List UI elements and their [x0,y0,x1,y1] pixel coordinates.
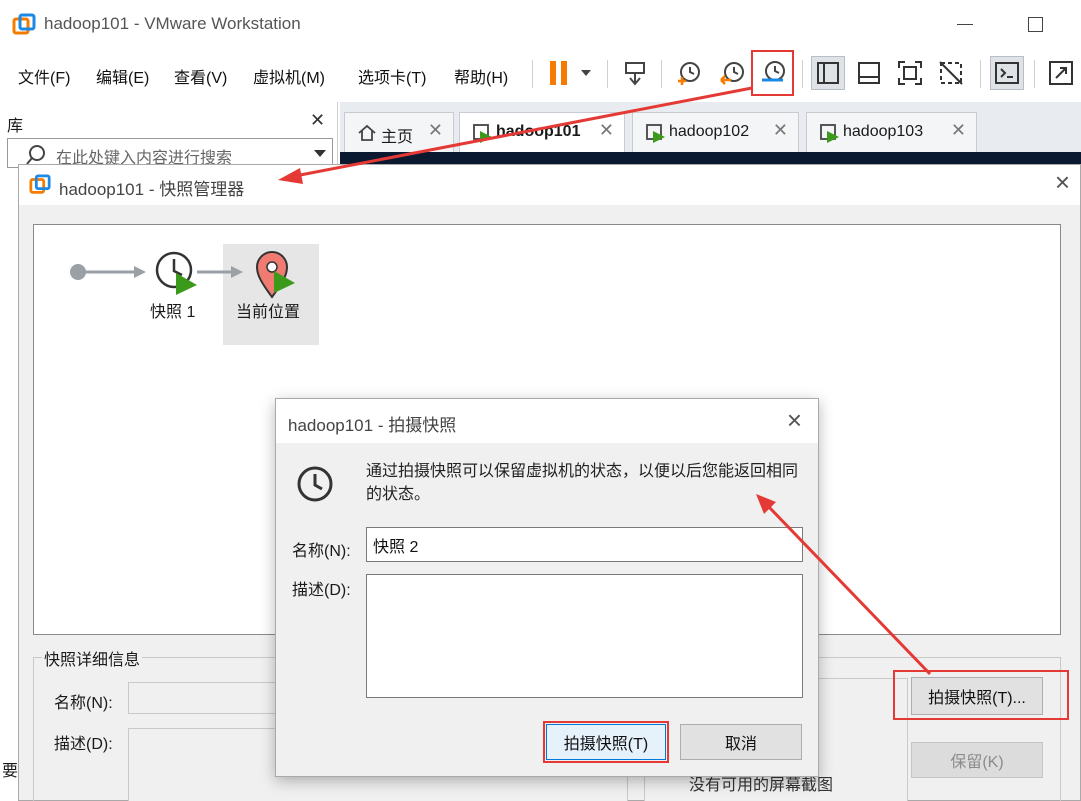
toolbar-separator [802,60,803,88]
full-screen-icon [898,61,922,85]
snapshot-manager-title: hadoop101 - 快照管理器 [59,180,245,199]
revert-snapshot-button[interactable] [714,56,748,90]
library-footer-text: 要 [2,763,19,780]
close-icon[interactable]: ✕ [428,120,443,141]
take-snapshot-description: 通过拍摄快照可以保留虚拟机的状态，以便以后您能返回相同的状态。 [366,463,799,503]
close-icon[interactable]: ✕ [599,120,614,141]
send-ctrl-alt-del-button[interactable] [618,56,652,90]
vm-icon [646,124,665,143]
snapshot-1-label[interactable]: 快照 1 [150,298,195,322]
chevron-down-icon[interactable] [314,150,326,157]
tab-hadoop103[interactable]: hadoop103 ✕ [806,112,977,152]
snapshot-desc-label: 描述(D): [292,582,351,599]
snapshot-node-icon [155,251,197,295]
close-icon[interactable]: ✕ [773,120,788,141]
vmware-logo-icon [12,13,36,35]
snapshot-name-input[interactable] [366,527,803,562]
console-view-button[interactable] [990,56,1024,90]
vm-icon [473,124,492,143]
clock-icon [297,466,333,502]
unity-icon [939,61,963,85]
current-position-label[interactable]: 当前位置 [236,298,300,322]
take-snapshot-dialog: hadoop101 - 拍摄快照 × 通过拍摄快照可以保留虚拟机的状态，以便以后… [275,398,819,777]
vm-icon [820,124,839,143]
home-icon [358,124,376,141]
pause-button[interactable] [544,56,596,90]
pause-icon [550,61,591,85]
tab-bar: 主页 ✕ hadoop101 ✕ hadoop102 ✕ hadoop103 ✕ [340,102,1081,152]
close-icon[interactable]: ✕ [951,120,966,141]
take-snapshot-titlebar: hadoop101 - 拍摄快照 × [276,399,818,443]
vmware-logo-icon [29,174,51,194]
menu-help[interactable]: 帮助(H) [454,64,508,88]
stretch-icon [1049,61,1073,85]
tab-label: hadoop103 [843,123,924,140]
toolbar-separator [1034,60,1035,88]
close-icon[interactable]: × [1055,167,1070,198]
library-title: 库 [7,118,24,135]
full-screen-button[interactable] [893,56,927,90]
tab-hadoop101[interactable]: hadoop101 ✕ [459,112,625,152]
tab-home[interactable]: 主页 ✕ [344,112,454,152]
window-title: hadoop101 - VMware Workstation [44,14,301,33]
toolbar-separator [980,60,981,88]
snapshot-take-icon [678,62,700,85]
close-icon[interactable]: × [787,405,802,436]
minimize-button[interactable] [957,24,973,25]
thumbnail-bar-button[interactable] [852,56,886,90]
show-library-button[interactable] [811,56,845,90]
annotation-highlight [543,721,669,763]
toolbar-separator [607,60,608,88]
tab-label: hadoop101 [496,123,581,140]
send-keys-icon [625,62,645,86]
snapshot-details-legend: 快照详细信息 [42,646,143,670]
thumbnail-bar-icon [858,62,880,84]
keep-button[interactable]: 保留(K) [911,742,1043,778]
maximize-button[interactable] [1028,17,1043,32]
toolbar-separator [532,60,533,88]
library-panel-icon [817,62,839,84]
menu-view[interactable]: 查看(V) [174,64,227,88]
tab-label: hadoop102 [669,123,750,140]
snapshot-name-label: 名称(N): [292,543,351,560]
location-pin-icon [255,251,295,299]
snapshot-manager-titlebar: hadoop101 - 快照管理器 × [19,165,1080,205]
stretch-guest-button[interactable] [1044,56,1078,90]
tab-label: 主页 [381,129,414,146]
annotation-highlight [893,670,1069,720]
details-desc-label: 描述(D): [54,736,113,753]
menu-file[interactable]: 文件(F) [18,64,70,88]
tab-hadoop102[interactable]: hadoop102 ✕ [632,112,799,152]
vm-console-area[interactable] [340,152,1081,164]
annotation-highlight [751,50,794,96]
details-name-label: 名称(N): [54,695,113,712]
take-snapshot-title: hadoop101 - 拍摄快照 [288,416,457,435]
search-icon [26,145,45,165]
menu-edit[interactable]: 编辑(E) [96,64,149,88]
take-snapshot-toolbar-button[interactable] [672,56,706,90]
window-titlebar: hadoop101 - VMware Workstation [0,0,1081,48]
toolbar-separator [661,60,662,88]
menu-vm[interactable]: 虚拟机(M) [253,64,325,88]
snapshot-revert-icon [720,62,744,85]
menu-tabs[interactable]: 选项卡(T) [358,64,426,88]
library-close-icon[interactable]: ✕ [310,110,325,131]
console-icon [995,62,1019,84]
unity-button[interactable] [934,56,968,90]
cancel-button[interactable]: 取消 [680,724,802,760]
snapshot-desc-input[interactable] [366,574,803,698]
snapshot-tree-graphics [70,251,295,299]
